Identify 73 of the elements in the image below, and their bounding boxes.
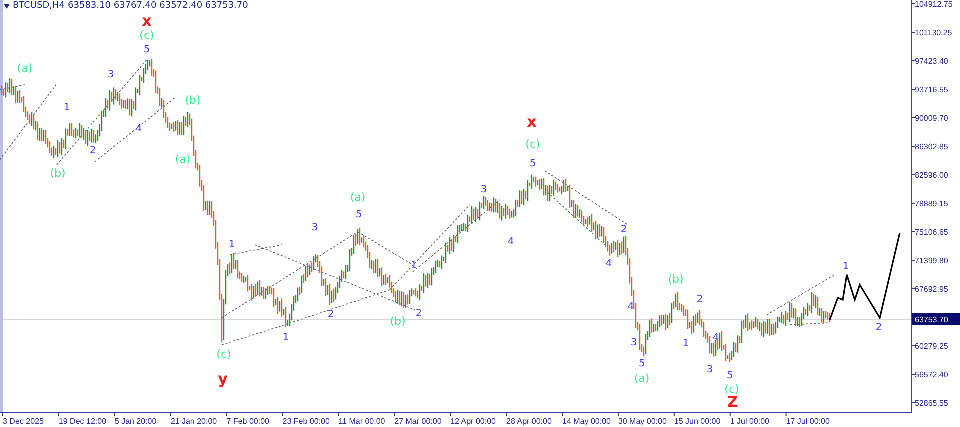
price-axis-label: 71399.80 bbox=[915, 256, 948, 266]
time-axis-label: 15 Jun 00:00 bbox=[674, 417, 721, 426]
time-axis-label: 30 May 00:00 bbox=[618, 417, 667, 426]
wave-label: 5 bbox=[530, 158, 536, 170]
ohlc-values: 63583.10 63767.40 63572.40 63753.70 bbox=[68, 1, 248, 11]
wave-label: (c) bbox=[216, 348, 232, 362]
time-axis-label: 7 Feb 00:00 bbox=[226, 417, 270, 426]
price-axis-label: 78889.15 bbox=[915, 200, 948, 208]
wave-label: 5 bbox=[144, 44, 150, 56]
price-axis-label: 75106.65 bbox=[915, 228, 948, 237]
wave-label: (b) bbox=[668, 273, 684, 286]
price-axis-label: 52865.55 bbox=[915, 399, 948, 408]
price-axis-label: 86302.85 bbox=[915, 142, 948, 152]
wave-label: 4 bbox=[606, 258, 612, 270]
time-axis-label: 12 Apr 00:00 bbox=[450, 417, 496, 426]
collapse-arrow-icon[interactable] bbox=[4, 4, 10, 8]
wave-label: x bbox=[142, 12, 152, 30]
wave-label: 1 bbox=[282, 332, 290, 344]
wave-label: 3 bbox=[108, 70, 114, 81]
wave-label: 2 bbox=[90, 146, 96, 157]
wave-label: (b) bbox=[50, 167, 66, 180]
price-axis-label: 60279.25 bbox=[915, 342, 948, 351]
wave-label: (a) bbox=[634, 372, 650, 386]
wave-label: (b) bbox=[390, 315, 406, 328]
wave-label: 1 bbox=[410, 260, 418, 272]
wave-label: 3 bbox=[312, 222, 318, 234]
time-axis-label: 3 Dec 2025 bbox=[3, 417, 44, 426]
wave-label: 4 bbox=[712, 332, 720, 344]
time-axis-label: 11 Mar 00:00 bbox=[338, 417, 386, 426]
wave-label: 5 bbox=[356, 210, 362, 221]
wave-label: (a) bbox=[350, 191, 366, 204]
wave-label: 2 bbox=[416, 308, 422, 320]
time-axis-label: 21 Jan 20:00 bbox=[170, 417, 218, 426]
wave-label: 1 bbox=[64, 102, 70, 114]
wave-label: x bbox=[527, 113, 537, 132]
time-axis-label: 5 Jan 20:00 bbox=[114, 417, 157, 426]
wave-label: (b) bbox=[185, 94, 201, 108]
price-axis-label: 56572.40 bbox=[915, 370, 948, 380]
price-axis-label: 67692.95 bbox=[915, 285, 948, 294]
wave-label: 1 bbox=[842, 262, 850, 273]
time-axis-label: 17 Jul 00:00 bbox=[786, 417, 830, 426]
wave-label: 3 bbox=[630, 338, 638, 349]
current-price-tag: 63753.70 bbox=[912, 313, 960, 325]
time-axis-label: 28 Apr 00:00 bbox=[506, 417, 552, 426]
wave-label: 4 bbox=[508, 236, 514, 248]
time-axis-label: 1 Jul 00:00 bbox=[730, 417, 770, 426]
wave-label: 3 bbox=[480, 184, 488, 196]
wave-label: (c) bbox=[140, 29, 154, 42]
time-axis-label: 14 May 00:00 bbox=[562, 417, 611, 426]
wave-label: 2 bbox=[876, 322, 882, 334]
wave-label: 4 bbox=[136, 124, 142, 135]
time-axis-label: 19 Dec 12:00 bbox=[58, 417, 107, 426]
wave-label: 3 bbox=[706, 364, 714, 376]
price-axis-label: 104912.75 bbox=[915, 0, 953, 9]
wave-label: 5 bbox=[726, 370, 734, 382]
wave-label: y bbox=[218, 370, 228, 388]
price-axis-label: 82596.00 bbox=[915, 171, 948, 180]
price-axis-label: 101130.25 bbox=[915, 28, 952, 38]
wave-label: 5 bbox=[638, 358, 646, 370]
price-axis-label: 93716.55 bbox=[915, 86, 948, 94]
wave-label: 2 bbox=[620, 224, 628, 236]
wave-label: (a) bbox=[17, 62, 33, 76]
time-axis-label: 23 Feb 00:00 bbox=[282, 417, 330, 426]
wave-label: 2 bbox=[696, 294, 704, 306]
wave-label: 2 bbox=[328, 310, 334, 321]
wave-label: 1 bbox=[682, 338, 690, 350]
wave-label: 1 bbox=[228, 240, 236, 251]
price-axis-label: 90009.70 bbox=[915, 114, 948, 123]
wave-label: (a) bbox=[175, 153, 191, 166]
wave-label: (c) bbox=[526, 138, 540, 152]
time-axis-label: 27 Mar 00:00 bbox=[394, 417, 442, 426]
price-axis-label: 97423.40 bbox=[915, 57, 948, 66]
symbol-label: BTCUSD,H4 bbox=[13, 1, 66, 11]
